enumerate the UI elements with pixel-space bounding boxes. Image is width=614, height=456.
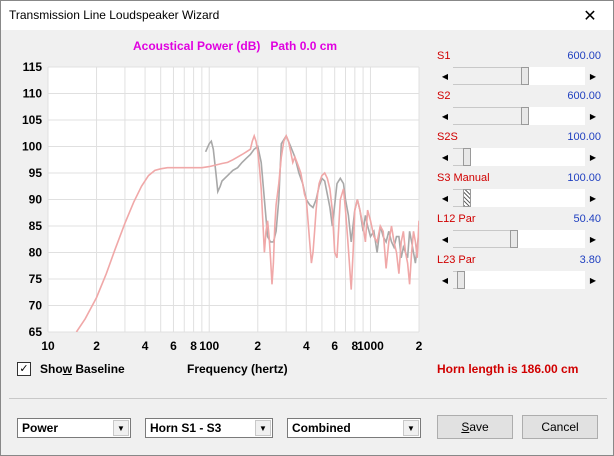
slider-thumb[interactable] [456,271,465,289]
y-tick-label: 80 [29,246,43,260]
chart-title: Acoustical Power (dB) Path 0.0 cm [133,39,338,53]
window-title: Transmission Line Loudspeaker Wizard [9,8,220,22]
x-tick-label: 6 [331,339,338,353]
slider-label: S2S [437,131,458,143]
slider-fill[interactable] [464,271,585,289]
y-tick-label: 75 [29,272,43,286]
slider-group-4: L12 Par 50.40 ◀ ▶ [437,213,601,253]
cancel-button[interactable]: Cancel [522,415,598,439]
slider-label: S3 Manual [437,172,490,184]
slider-thumb[interactable] [462,148,471,166]
slider-thumb[interactable] [510,230,519,248]
y-tick-label: 95 [29,166,43,180]
display-mode-select[interactable]: Power ▼ [17,418,131,438]
slider-group-0: S1 600.00 ◀ ▶ [437,50,601,90]
slider-left-arrow-icon[interactable]: ◀ [437,148,453,166]
y-tick-label: 70 [29,299,43,313]
slider-fill[interactable] [518,230,585,248]
slider-label: S1 [437,50,451,62]
x-tick-label: 10 [41,339,55,353]
output-value: Combined [292,421,351,435]
slider-value: 100.00 [567,131,601,143]
x-tick-label: 2 [93,339,100,353]
display-mode-value: Power [22,421,59,435]
horn-length-text: Horn length is 186.00 cm [437,362,579,376]
slider-fill[interactable] [470,189,585,207]
chevron-down-icon[interactable]: ▼ [403,420,419,436]
x-tick-label: 100 [199,339,219,353]
horn-section-value: Horn S1 - S3 [150,421,222,435]
slider-fill[interactable] [529,107,585,125]
y-tick-label: 65 [29,325,43,339]
x-tick-label: 1000 [357,339,384,353]
slider-group-1: S2 600.00 ◀ ▶ [437,90,601,130]
x-tick-label: 2 [254,339,261,353]
slider-thumb[interactable] [521,67,530,85]
slider-left-arrow-icon[interactable]: ◀ [437,230,453,248]
slider-fill[interactable] [470,148,585,166]
slider-value: 3.80 [579,254,601,266]
slider-group-5: L23 Par 3.80 ◀ ▶ [437,254,601,294]
slider-thumb[interactable] [462,189,471,207]
slider-fill[interactable] [529,67,585,85]
x-tick-label: 8 [190,339,197,353]
title-bar: Transmission Line Loudspeaker Wizard ✕ [1,1,613,30]
slider-group-2: S2S 100.00 ◀ ▶ [437,131,601,171]
slider-label: S2 [437,90,451,102]
slider-right-arrow-icon[interactable]: ▶ [585,271,601,289]
y-tick-label: 85 [29,219,43,233]
save-button[interactable]: Save [437,415,513,439]
slider-value: 600.00 [567,50,601,62]
x-tick-label: 6 [170,339,177,353]
y-tick-label: 90 [29,193,43,207]
slider-left-arrow-icon[interactable]: ◀ [437,189,453,207]
frequency-response-chart: 6570758085909510010511011510 2 4 6 8 100 2 4 6 81… [22,60,423,353]
slider-thumb[interactable] [521,107,530,125]
chevron-down-icon[interactable]: ▼ [255,420,271,436]
slider-right-arrow-icon[interactable]: ▶ [585,230,601,248]
chevron-down-icon[interactable]: ▼ [113,420,129,436]
slider-left-arrow-icon[interactable]: ◀ [437,67,453,85]
output-select[interactable]: Combined ▼ [287,418,421,438]
slider-right-arrow-icon[interactable]: ▶ [585,148,601,166]
slider-group-3: S3 Manual 100.00 ◀ ▶ [437,172,601,212]
slider-value: 50.40 [573,213,601,225]
close-icon[interactable]: ✕ [567,1,613,30]
y-tick-label: 100 [22,140,42,154]
x-tick-label: 2 [416,339,423,353]
slider-right-arrow-icon[interactable]: ▶ [585,189,601,207]
slider-value: 600.00 [567,90,601,102]
wizard-window: Transmission Line Loudspeaker Wizard ✕ A… [0,0,614,456]
slider-right-arrow-icon[interactable]: ▶ [585,107,601,125]
show-baseline-label[interactable]: Show Baseline [40,362,125,376]
slider-label: L23 Par [437,254,476,266]
y-tick-label: 105 [22,113,42,127]
slider-left-arrow-icon[interactable]: ◀ [437,107,453,125]
y-tick-label: 110 [23,87,43,101]
show-baseline-checkbox[interactable]: ✓ [17,362,31,376]
x-tick-label: 4 [303,339,310,353]
slider-left-arrow-icon[interactable]: ◀ [437,271,453,289]
slider-label: L12 Par [437,213,476,225]
horn-section-select[interactable]: Horn S1 - S3 ▼ [145,418,273,438]
slider-value: 100.00 [567,172,601,184]
slider-right-arrow-icon[interactable]: ▶ [585,67,601,85]
y-tick-label: 115 [23,60,43,74]
x-tick-label: 4 [142,339,149,353]
x-axis-title: Frequency (hertz) [187,362,288,376]
